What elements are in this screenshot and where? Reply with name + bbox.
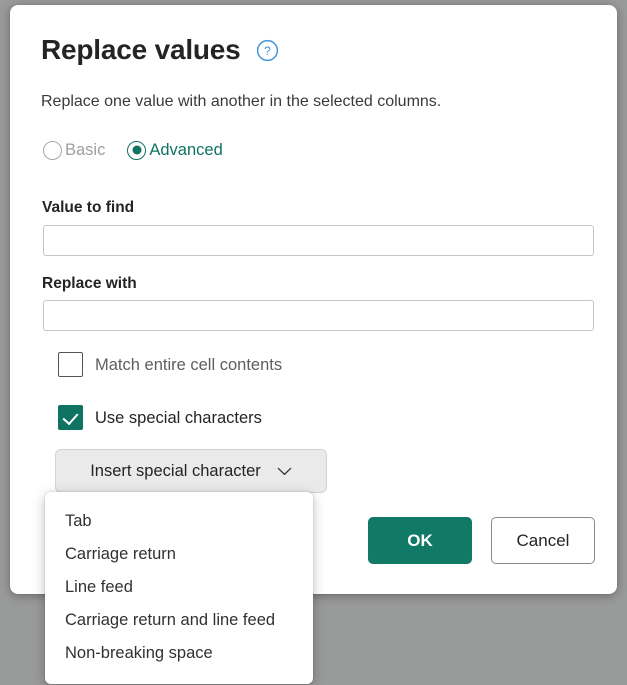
checkbox-checked-icon	[58, 405, 83, 430]
insert-special-character-button[interactable]: Insert special character	[55, 449, 327, 493]
menu-item-line-feed[interactable]: Line feed	[45, 571, 313, 604]
use-special-characters-checkbox[interactable]: Use special characters	[58, 405, 262, 430]
menu-item-non-breaking-space[interactable]: Non-breaking space	[45, 637, 313, 670]
radio-advanced-label: Advanced	[149, 139, 222, 161]
value-to-find-label: Value to find	[42, 198, 134, 218]
radio-basic[interactable]: Basic	[43, 139, 105, 161]
mode-radio-group: Basic Advanced	[43, 139, 223, 161]
menu-item-tab[interactable]: Tab	[45, 505, 313, 538]
checkbox-unchecked-icon	[58, 352, 83, 377]
radio-basic-label: Basic	[65, 139, 105, 161]
match-entire-cell-contents-label: Match entire cell contents	[95, 354, 282, 376]
menu-item-carriage-return[interactable]: Carriage return	[45, 538, 313, 571]
cancel-button[interactable]: Cancel	[491, 517, 595, 564]
svg-text:?: ?	[264, 43, 271, 57]
dialog-footer: OK Cancel	[368, 517, 595, 564]
help-circle-icon[interactable]: ?	[256, 39, 279, 62]
match-entire-cell-contents-checkbox[interactable]: Match entire cell contents	[58, 352, 282, 377]
radio-basic-mark	[43, 141, 62, 160]
ok-button[interactable]: OK	[368, 517, 472, 564]
dialog-subtitle: Replace one value with another in the se…	[41, 91, 441, 113]
radio-advanced[interactable]: Advanced	[127, 139, 222, 161]
menu-item-carriage-return-and-line-feed[interactable]: Carriage return and line feed	[45, 604, 313, 637]
replace-with-input[interactable]	[43, 300, 594, 331]
value-to-find-input[interactable]	[43, 225, 594, 256]
dialog-header: Replace values ?	[41, 33, 279, 67]
use-special-characters-label: Use special characters	[95, 407, 262, 429]
insert-special-character-label: Insert special character	[90, 462, 261, 481]
radio-advanced-mark	[127, 141, 146, 160]
special-character-menu: Tab Carriage return Line feed Carriage r…	[45, 492, 313, 684]
page-title: Replace values	[41, 33, 241, 67]
chevron-down-icon	[277, 467, 292, 476]
replace-with-label: Replace with	[42, 274, 137, 294]
